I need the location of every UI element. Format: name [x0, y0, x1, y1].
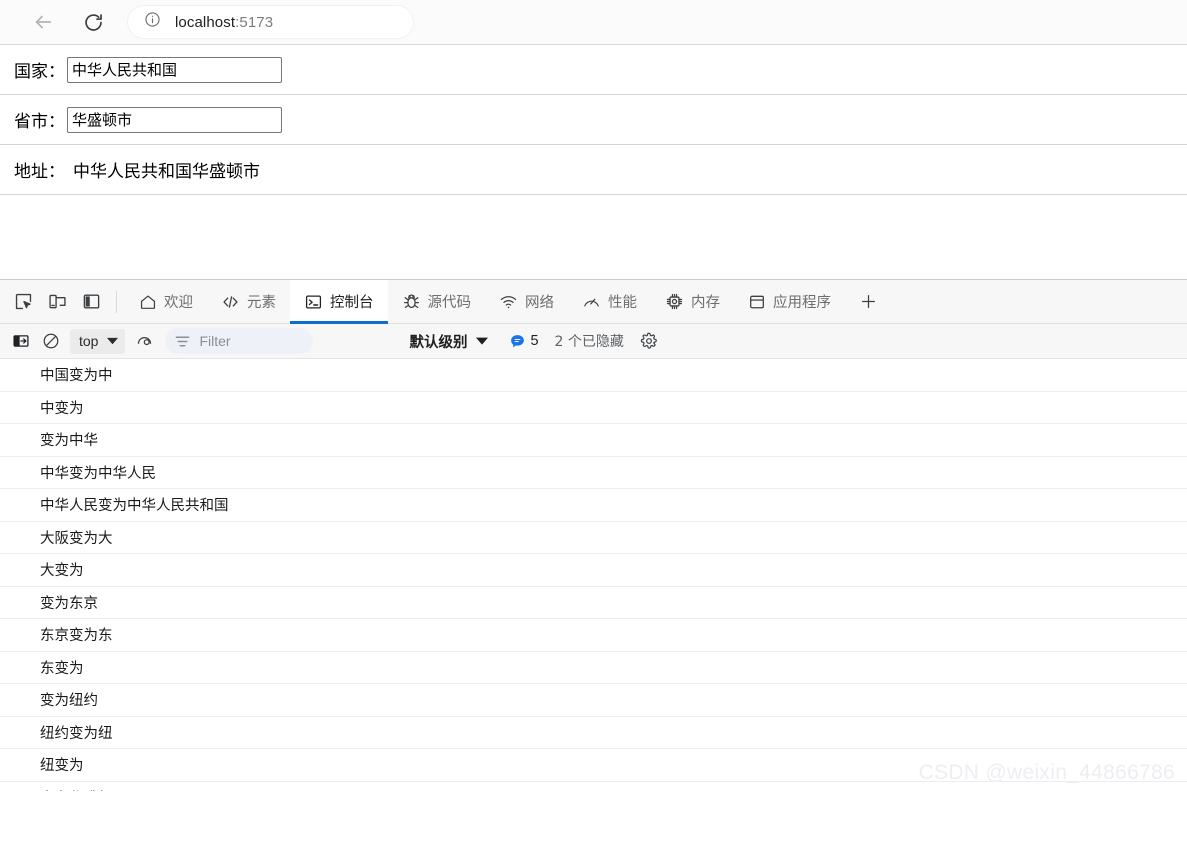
execution-context-value: top: [79, 333, 99, 349]
console-hidden-count-label[interactable]: 2 个已隐藏: [555, 331, 624, 351]
device-toolbar-icon: [48, 294, 66, 309]
form-row-country: 国家：: [0, 45, 1187, 95]
toolbar-divider: [116, 290, 117, 313]
page-viewport: 国家： 省市： 地址： 中华人民共和国华盛顿市: [0, 44, 1187, 279]
browser-toolbar: localhost:5173: [0, 0, 1187, 44]
inspect-element-icon: [15, 293, 31, 310]
province-input[interactable]: [67, 106, 282, 133]
tab-welcome[interactable]: 欢迎: [125, 280, 207, 324]
console-info-count: 5: [530, 333, 539, 349]
console-message[interactable]: 变为东京: [0, 587, 1187, 619]
console-toolbar: top Filter 默认级别 5 2 个已隐藏: [0, 324, 1187, 359]
eye-icon: [137, 337, 152, 346]
gear-icon: [640, 332, 657, 349]
tab-network-label: 网络: [525, 295, 554, 311]
bug-icon: [402, 292, 421, 311]
console-message[interactable]: 中华人民变为中华人民共和国: [0, 489, 1187, 522]
clear-console-button[interactable]: [36, 327, 66, 355]
execution-context-selector[interactable]: top: [70, 328, 126, 354]
form-row-province: 省市：: [0, 95, 1187, 145]
console-message[interactable]: 中国变为中: [0, 359, 1187, 392]
tab-welcome-label: 欢迎: [164, 295, 193, 311]
chevron-down-icon: [107, 337, 119, 345]
url-port: :5173: [235, 13, 274, 31]
tab-application[interactable]: 应用程序: [734, 280, 845, 324]
plus-icon: [861, 295, 875, 308]
country-input[interactable]: [67, 56, 282, 83]
console-filter-input[interactable]: Filter: [165, 328, 314, 354]
back-button[interactable]: [26, 5, 60, 39]
console-message[interactable]: 变为纽约: [0, 684, 1187, 717]
browser-window: localhost:5173 国家： 省市： 地址： 中华人民共和国华盛顿市: [0, 0, 1187, 857]
tab-memory[interactable]: 内存: [651, 280, 734, 324]
filter-icon: [176, 335, 190, 347]
tab-elements-label: 元素: [247, 295, 276, 311]
reload-button[interactable]: [76, 5, 110, 39]
console-sidebar-toggle-button[interactable]: [6, 327, 36, 355]
tab-application-label: 应用程序: [773, 295, 831, 311]
tab-performance[interactable]: 性能: [568, 280, 651, 324]
address-bar[interactable]: localhost:5173: [128, 6, 413, 38]
console-filter-placeholder: Filter: [199, 333, 231, 349]
address-value: 中华人民共和国华盛顿市: [73, 162, 260, 182]
home-icon: [139, 293, 157, 311]
reload-icon: [84, 13, 102, 31]
info-bubble-icon: [511, 334, 525, 347]
clear-console-icon: [43, 333, 59, 349]
console-message[interactable]: 大变为: [0, 554, 1187, 587]
dock-side-icon: [83, 294, 99, 309]
console-level-selector[interactable]: 默认级别: [409, 331, 489, 352]
console-message-list[interactable]: 中国变为中 中变为 变为中华 中华变为中华人民 中华人民变为中华人民共和国 大阪…: [0, 359, 1187, 791]
console-message[interactable]: 变为华盛顿: [0, 782, 1187, 792]
tab-performance-label: 性能: [608, 295, 637, 311]
console-message[interactable]: 变为中华: [0, 424, 1187, 457]
page-blank-space: [0, 195, 1187, 261]
url-display: localhost:5173: [175, 14, 273, 31]
add-panel-button[interactable]: [851, 285, 885, 319]
wifi-icon: [499, 293, 518, 311]
console-info-count-badge[interactable]: 5: [510, 333, 539, 349]
console-message[interactable]: 中华变为中华人民: [0, 457, 1187, 489]
address-label: 地址：: [14, 162, 65, 182]
tab-memory-label: 内存: [691, 295, 720, 311]
console-message[interactable]: 纽约变为纽: [0, 717, 1187, 749]
console-icon: [304, 293, 323, 311]
dock-side-button[interactable]: [74, 285, 108, 319]
console-settings-button[interactable]: [634, 327, 664, 355]
url-host: localhost: [175, 13, 236, 31]
back-arrow-icon: [35, 15, 52, 29]
form-row-address: 地址： 中华人民共和国华盛顿市: [0, 145, 1187, 195]
gauge-icon: [582, 293, 601, 311]
storage-icon: [748, 293, 766, 311]
console-message[interactable]: 中变为: [0, 392, 1187, 424]
live-expression-button[interactable]: [129, 327, 159, 355]
console-message[interactable]: 东京变为东: [0, 619, 1187, 652]
devtools-tabbar: 欢迎 元素 控制台 源代码 网络 性能 内存 应用程序: [0, 279, 1187, 324]
province-label: 省市：: [14, 112, 65, 132]
tab-console[interactable]: 控制台: [290, 279, 388, 324]
device-toolbar-button[interactable]: [40, 285, 74, 319]
console-level-value: 默认级别: [409, 334, 468, 351]
console-message[interactable]: 东变为: [0, 652, 1187, 684]
console-message[interactable]: 纽变为: [0, 749, 1187, 782]
tab-console-label: 控制台: [330, 295, 374, 311]
sidebar-icon: [13, 335, 29, 347]
tab-network[interactable]: 网络: [485, 280, 568, 324]
code-brackets-icon: [221, 293, 240, 311]
tab-elements[interactable]: 元素: [207, 280, 290, 324]
chevron-down-icon: [476, 337, 489, 345]
chip-icon: [665, 292, 684, 311]
inspect-element-button[interactable]: [6, 285, 40, 319]
console-message[interactable]: 大阪变为大: [0, 522, 1187, 554]
site-info-icon[interactable]: [144, 11, 161, 33]
tab-sources-label: 源代码: [427, 295, 472, 311]
country-label: 国家：: [14, 62, 65, 82]
devtools-panel: 欢迎 元素 控制台 源代码 网络 性能 内存 应用程序 top Filter 默…: [0, 279, 1187, 792]
tab-sources[interactable]: 源代码: [388, 280, 486, 324]
